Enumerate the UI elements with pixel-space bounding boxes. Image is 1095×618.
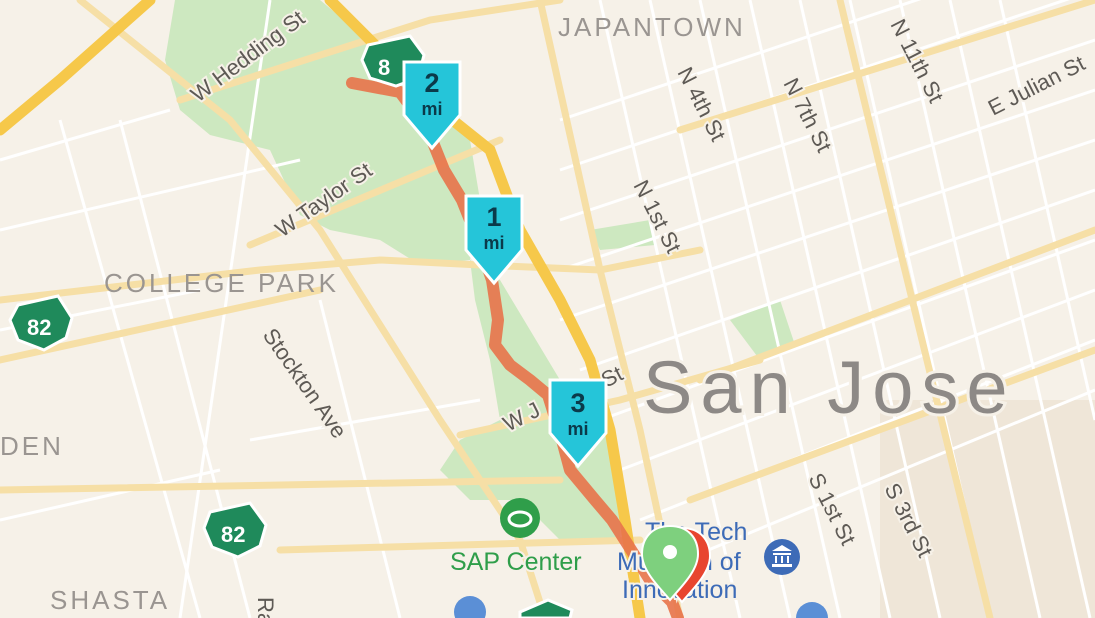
district-college-park: COLLEGE PARK [104,268,339,298]
mile-marker-1-number: 1 [486,202,501,232]
poi-sap-center-label: SAP Center [450,548,582,576]
mile-marker-2-number: 2 [424,68,439,98]
start-pin-dot [663,545,677,559]
highway-shield-82-b[interactable]: 82 [202,501,268,559]
district-japantown: JAPANTOWN [558,12,746,42]
map-view[interactable]: JAPANTOWN COLLEGE PARK SHASTA DEN San Jo… [0,0,1095,618]
district-den: DEN [0,431,64,461]
mile-marker-3-number: 3 [570,388,585,418]
map-canvas[interactable]: JAPANTOWN COLLEGE PARK SHASTA DEN San Jo… [0,0,1095,618]
mile-marker-3-unit: mi [567,419,588,439]
district-shasta: SHASTA [50,585,170,615]
city-label: San Jose [643,346,1016,429]
shield-87-label: 8 [378,55,390,80]
mile-marker-2-unit: mi [421,99,442,119]
stadium-icon [500,498,540,538]
shield-82-b-label: 82 [221,522,245,547]
street-ra: Ra [253,597,278,618]
mile-marker-1-unit: mi [483,233,504,253]
shield-82-a-label: 82 [27,315,51,340]
